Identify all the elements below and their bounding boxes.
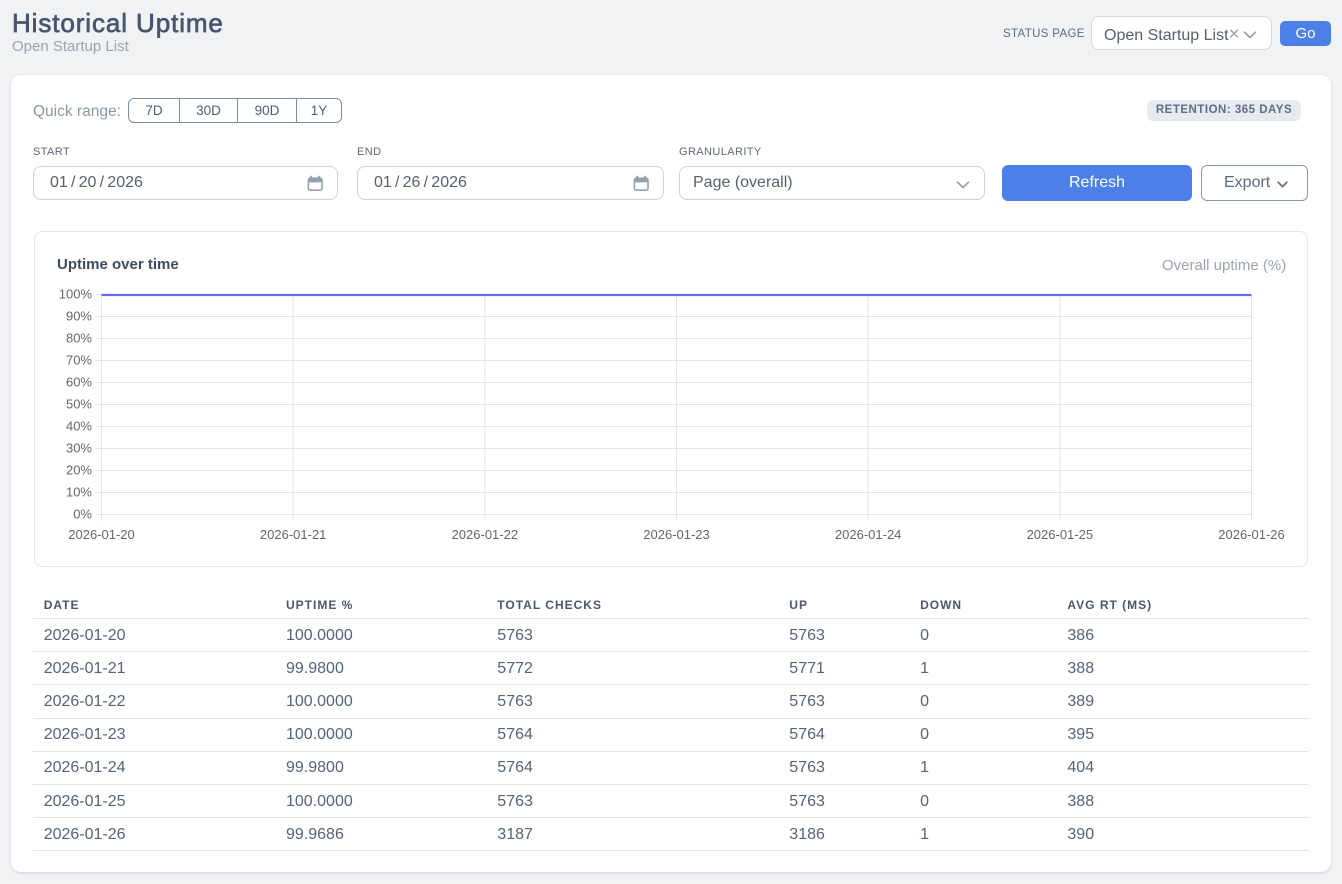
svg-text:0%: 0%	[73, 507, 92, 522]
svg-text:100%: 100%	[59, 287, 93, 302]
svg-text:80%: 80%	[66, 331, 92, 346]
svg-text:2026-01-24: 2026-01-24	[835, 527, 902, 542]
svg-text:40%: 40%	[66, 419, 92, 434]
svg-text:2026-01-25: 2026-01-25	[1027, 527, 1094, 542]
svg-text:2026-01-22: 2026-01-22	[452, 527, 519, 542]
svg-text:2026-01-21: 2026-01-21	[260, 527, 327, 542]
svg-text:90%: 90%	[66, 309, 92, 324]
svg-text:70%: 70%	[66, 353, 92, 368]
svg-text:10%: 10%	[66, 485, 92, 500]
svg-text:20%: 20%	[66, 463, 92, 478]
svg-text:2026-01-20: 2026-01-20	[68, 527, 135, 542]
svg-text:50%: 50%	[66, 397, 92, 412]
svg-text:30%: 30%	[66, 441, 92, 456]
svg-text:2026-01-26: 2026-01-26	[1218, 527, 1285, 542]
svg-text:2026-01-23: 2026-01-23	[643, 527, 710, 542]
svg-text:60%: 60%	[66, 375, 92, 390]
